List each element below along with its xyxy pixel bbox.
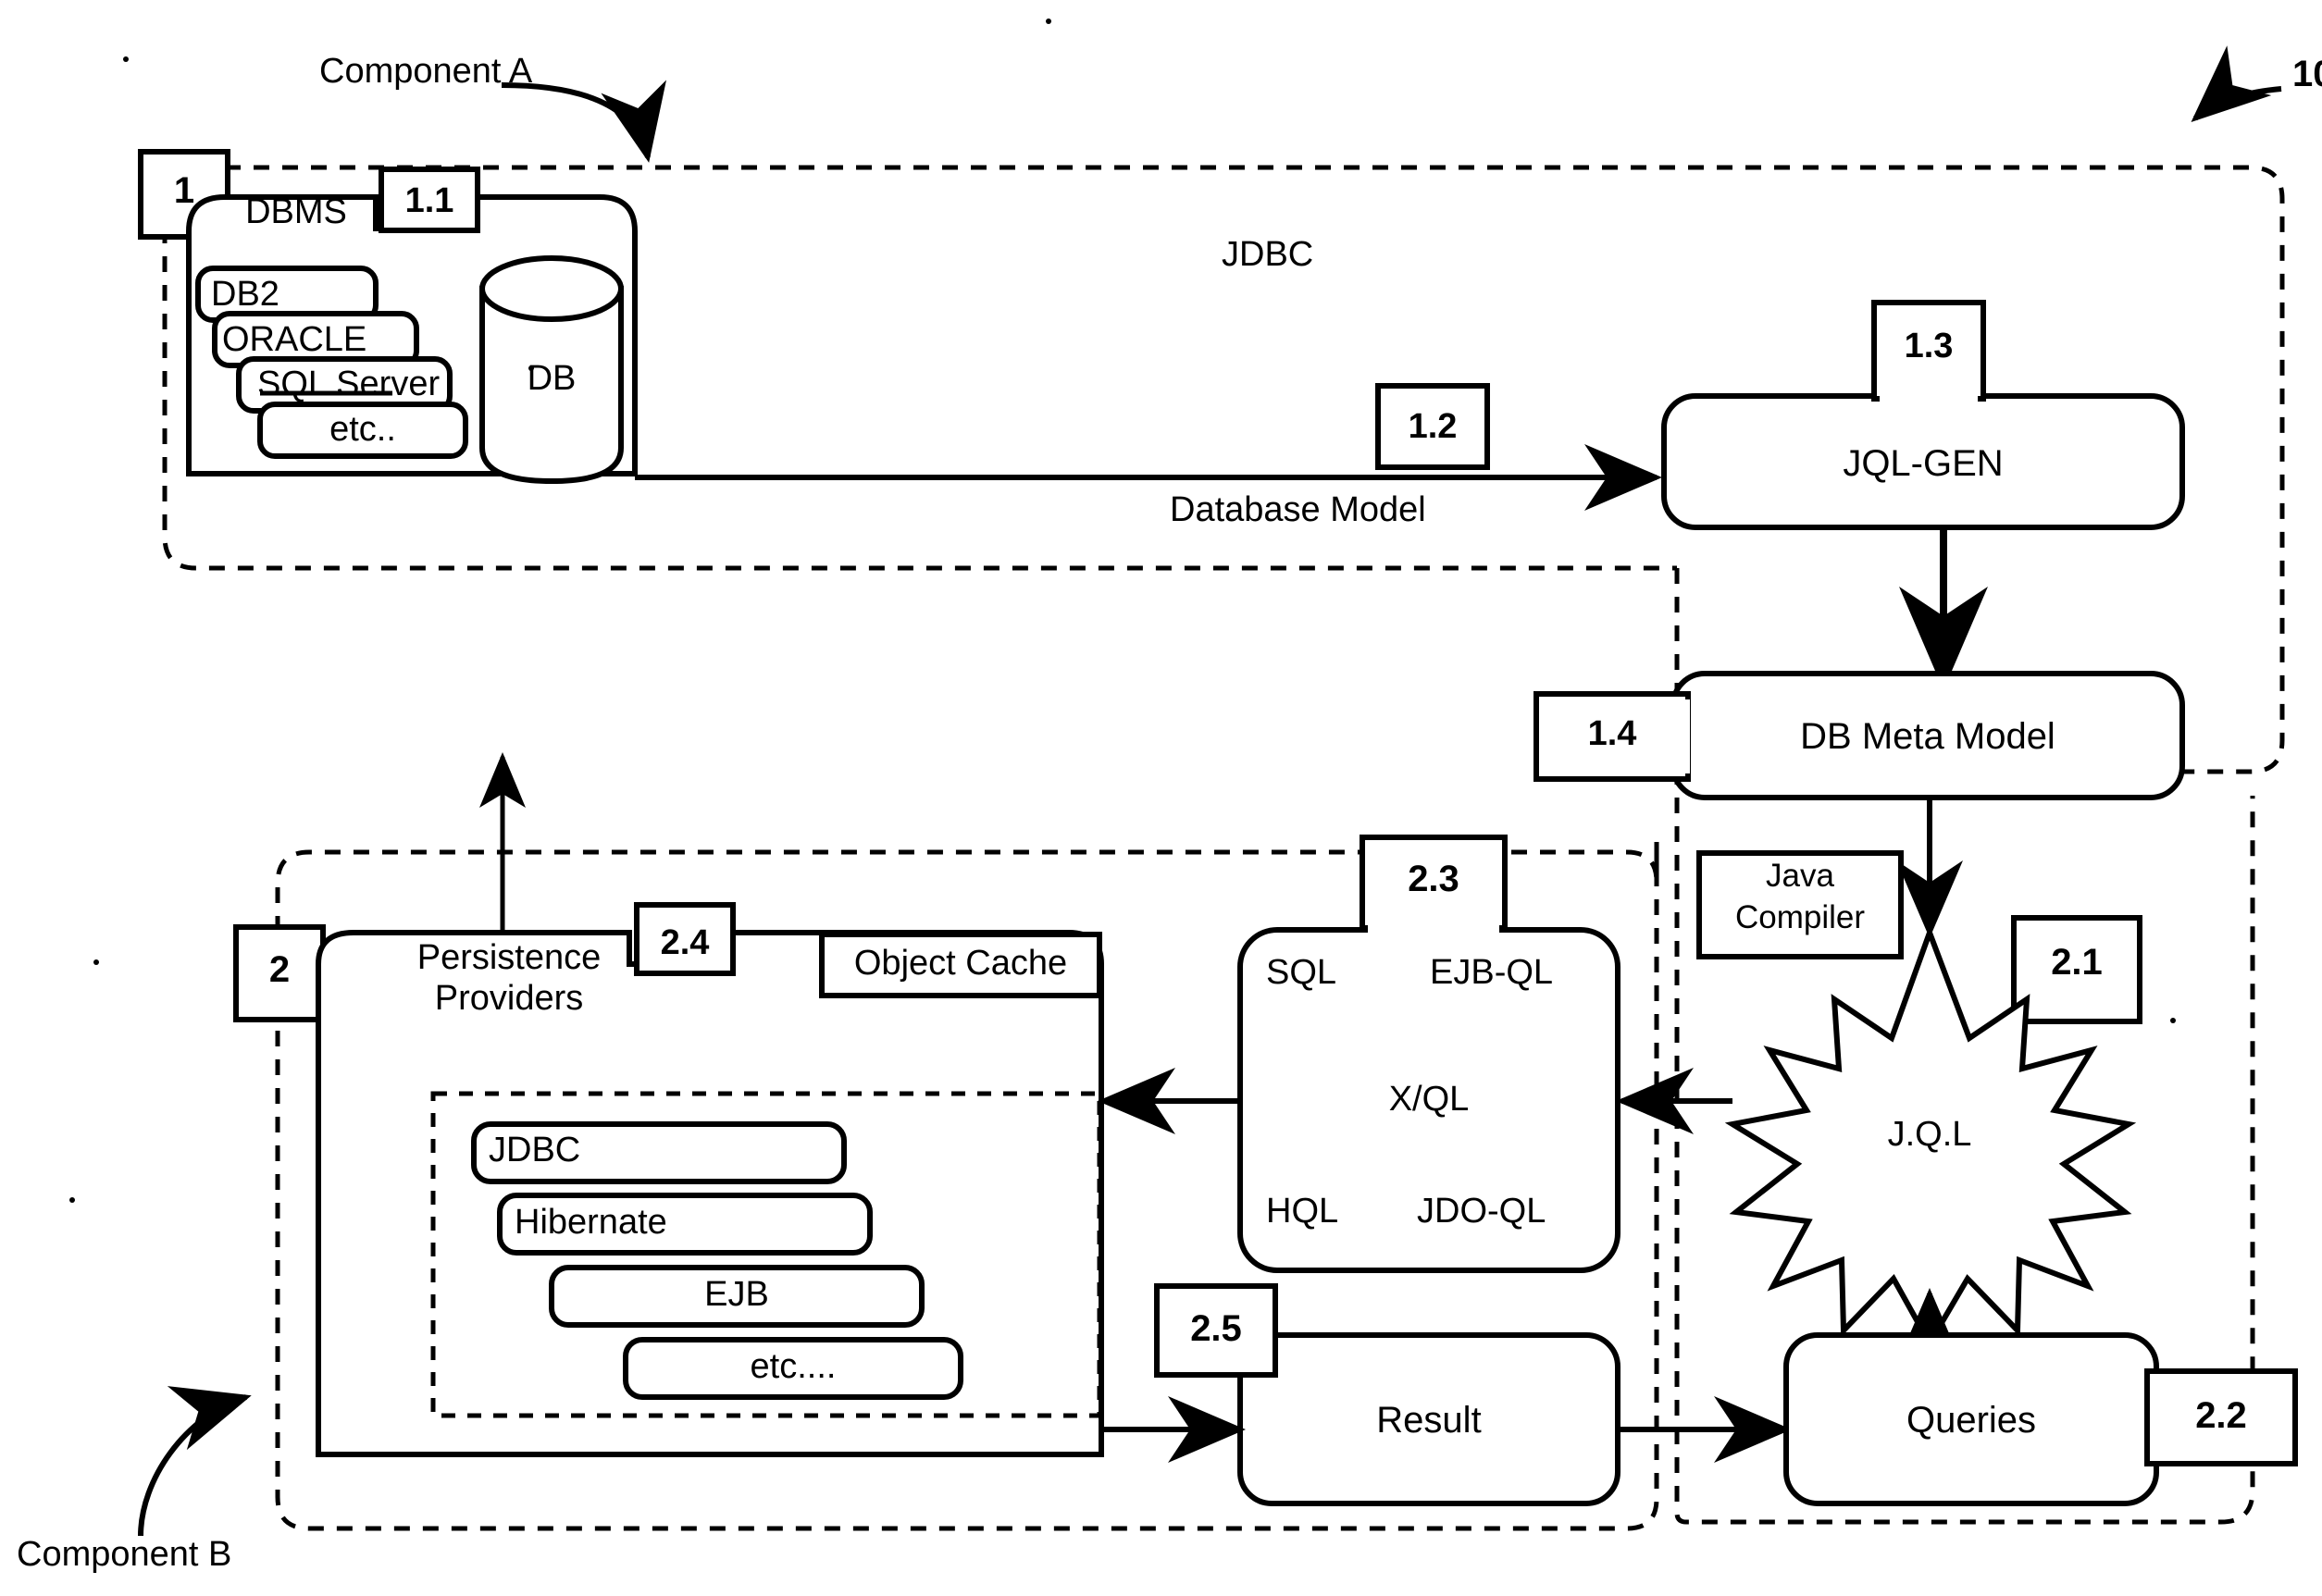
- component-a-leader: [501, 80, 666, 163]
- ref-label-2-5: 2.5: [1190, 1308, 1242, 1349]
- ref-label-2-3: 2.3: [1408, 859, 1459, 899]
- figure-linework: [69, 19, 2298, 1537]
- result-title: Result: [1376, 1400, 1482, 1441]
- persistence-providers-title-line1: Persistence: [416, 938, 602, 977]
- component-b-label: Component B: [17, 1535, 232, 1574]
- jql-gen-title: JQL-GEN: [1843, 443, 2004, 484]
- patent-figure: Component A 10 Component B 1 1.1 1.2 1.3…: [0, 0, 2322, 1596]
- dbms-title: DBMS: [245, 192, 347, 231]
- xql-bottom-left-label: HQL: [1266, 1192, 1339, 1231]
- ref-label-2-4: 2.4: [660, 923, 710, 962]
- ref-label-1-4: 1.4: [1587, 714, 1637, 753]
- scan-speck: [93, 959, 99, 965]
- java-compiler-line1: Java: [1766, 858, 1834, 894]
- provider-label-etc: etc..: [329, 410, 396, 449]
- jql-title: J.Q.L: [1887, 1115, 1972, 1154]
- component-a-label: Component A: [319, 52, 533, 91]
- db-meta-model-title: DB Meta Model: [1800, 716, 2055, 757]
- xql-bottom-right-label: JDO-QL: [1417, 1192, 1546, 1231]
- ref-label-1-2: 1.2: [1408, 407, 1458, 446]
- database-model-label: Database Model: [1170, 490, 1426, 529]
- ref-label-2-1: 2.1: [2051, 942, 2103, 983]
- ref-label-2: 2: [268, 949, 291, 990]
- queries-title: Queries: [1906, 1400, 2037, 1441]
- provider-label-oracle: ORACLE: [222, 320, 367, 359]
- xql-top-left-label: SQL: [1266, 953, 1337, 992]
- provider-label-db2: DB2: [211, 275, 279, 314]
- component-b-leader: [138, 1386, 252, 1537]
- reference-numeral-10: 10: [2292, 54, 2322, 94]
- ref-label-1-3: 1.3: [1904, 327, 1954, 365]
- xql-center-label: X/QL: [1388, 1080, 1470, 1119]
- b-provider-label-etc: etc....: [750, 1347, 837, 1386]
- jdbc-connection-label: JDBC: [1222, 235, 1314, 274]
- object-cache-title: Object Cache: [853, 944, 1068, 983]
- persistence-providers-title-line2: Providers: [434, 979, 584, 1018]
- scan-speck: [2170, 1018, 2176, 1023]
- java-compiler-line2: Compiler: [1734, 899, 1866, 935]
- xql-top-right-label: EJB-QL: [1430, 953, 1554, 992]
- b-provider-label-hibernate: Hibernate: [515, 1203, 667, 1242]
- scan-speck: [123, 56, 129, 62]
- ref-10-leader: [2191, 45, 2282, 122]
- b-provider-label-ejb: EJB: [704, 1275, 769, 1314]
- db-cylinder-label: DB: [527, 359, 577, 398]
- b-provider-label-jdbc: JDBC: [489, 1131, 581, 1169]
- ref-label-2-2: 2.2: [2195, 1395, 2247, 1436]
- ref-label-1-1: 1.1: [404, 181, 454, 220]
- provider-label-sql-server: SQL Server: [257, 365, 441, 403]
- scan-speck: [69, 1197, 75, 1203]
- scan-speck: [1046, 19, 1051, 24]
